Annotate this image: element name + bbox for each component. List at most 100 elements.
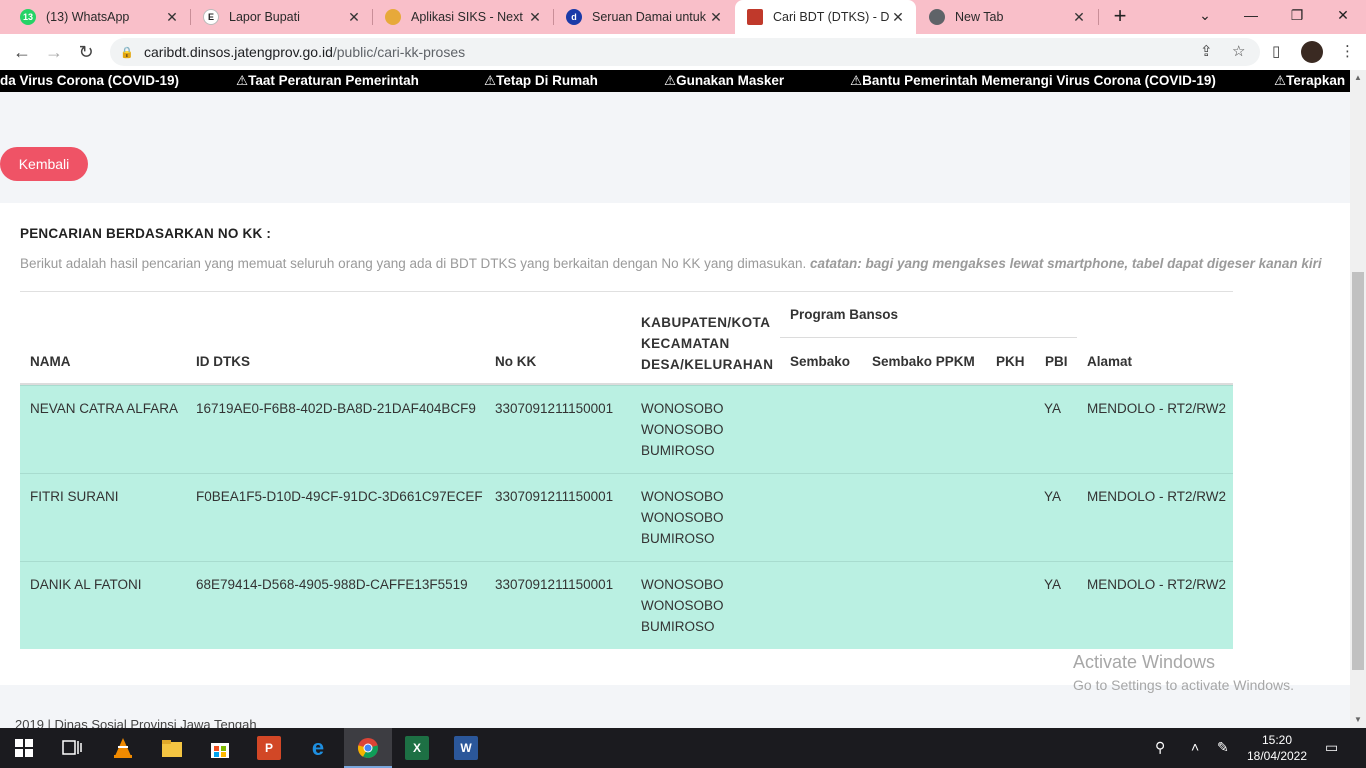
edge-icon[interactable]: e	[306, 735, 330, 760]
cell-desa: BUMIROSO	[641, 531, 715, 546]
header-alamat: Alamat	[1087, 354, 1133, 369]
cell-no-kk: 3307091211150001	[495, 401, 614, 416]
tab-label: Aplikasi SIKS - Next G	[411, 10, 527, 24]
dinsos-icon	[747, 9, 763, 25]
back-button[interactable]: Kembali	[0, 147, 88, 181]
header-nama: NAMA	[30, 354, 71, 369]
close-window-icon[interactable]: ✕	[1320, 0, 1366, 30]
cell-pbi: YA	[1044, 401, 1062, 416]
new-tab-button[interactable]: +	[1108, 5, 1132, 29]
windows-start-icon[interactable]	[12, 736, 36, 760]
marquee-item: ⚠Bantu Pemerintah Memerangi Virus Corona…	[850, 73, 1216, 88]
header-pkh: PKH	[996, 354, 1025, 369]
back-arrow-icon[interactable]: ←	[10, 40, 34, 64]
divider	[20, 291, 1233, 292]
reload-icon[interactable]: ↻	[74, 40, 98, 64]
store-icon[interactable]	[208, 736, 232, 760]
header-wilayah: KABUPATEN/KOTA KECAMATAN DESA/KELURAHAN	[641, 312, 773, 375]
scroll-up-icon[interactable]: ▲	[1350, 70, 1366, 86]
tab-whatsapp[interactable]: 13 (13) WhatsApp ✕	[8, 0, 190, 34]
tab-strip: 13 (13) WhatsApp ✕ E Lapor Bupati ✕ Apli…	[0, 0, 1366, 34]
close-icon[interactable]: ✕	[164, 9, 180, 26]
tab-label: Cari BDT (DTKS) - Dins	[773, 10, 890, 24]
clock-date: 18/04/2022	[1246, 749, 1308, 763]
profile-avatar[interactable]	[1301, 41, 1323, 63]
cell-alamat: MENDOLO - RT2/RW2	[1087, 489, 1227, 504]
d-icon: d	[566, 9, 582, 25]
clock-time: 15:20	[1261, 733, 1293, 747]
header-program-bansos: Program Bansos	[790, 307, 899, 322]
tab-siks[interactable]: Aplikasi SIKS - Next G ✕	[373, 0, 553, 34]
tab-search-icon[interactable]: ⌄	[1182, 0, 1228, 30]
cell-desa: BUMIROSO	[641, 443, 715, 458]
lapor-icon: E	[203, 9, 219, 25]
windows-taskbar: P e X W ⚲ ˄ ✎ 15:20 18/04/2022 ▭	[0, 728, 1366, 768]
pen-icon[interactable]: ✎	[1217, 739, 1229, 756]
header-no-kk: No KK	[495, 354, 537, 369]
tab-seruan-damai[interactable]: d Seruan Damai untuk D ✕	[554, 0, 734, 34]
chrome-icon[interactable]	[356, 736, 380, 760]
siks-icon	[385, 9, 401, 25]
vlc-icon[interactable]	[111, 736, 135, 760]
marquee-item: ⚠Terapkan	[1274, 73, 1346, 88]
cell-kec: WONOSOBO	[641, 422, 724, 437]
sidebar-icon[interactable]: ▯	[1272, 42, 1280, 60]
cell-no-kk: 3307091211150001	[495, 577, 614, 592]
watermark-line1: Activate Windows	[1073, 652, 1216, 672]
address-bar[interactable]: 🔒 caribdt.dinsos.jatengprov.go.id/public…	[110, 38, 1260, 66]
close-icon[interactable]: ✕	[346, 9, 362, 26]
cell-id-dtks: F0BEA1F5-D10D-49CF-91DC-3D661C97ECEF	[196, 489, 483, 504]
scroll-down-icon[interactable]: ▼	[1350, 712, 1366, 728]
tab-new-tab[interactable]: New Tab ✕	[917, 0, 1097, 34]
close-icon[interactable]: ✕	[1071, 9, 1087, 26]
page-content: Kembali PENCARIAN BERDASARKAN NO KK : Be…	[0, 92, 1350, 728]
taskbar-clock[interactable]: 15:20 18/04/2022	[1238, 732, 1316, 764]
table-row: NEVAN CATRA ALFARA 16719AE0-F6B8-402D-BA…	[20, 385, 1233, 473]
excel-icon[interactable]: X	[405, 736, 429, 760]
powerpoint-icon[interactable]: P	[257, 736, 281, 760]
forward-arrow-icon[interactable]: →	[42, 40, 66, 64]
header-kabupaten: KABUPATEN/KOTA	[641, 315, 771, 330]
minimize-icon[interactable]: —	[1228, 0, 1274, 30]
scroll-thumb[interactable]	[1352, 272, 1364, 670]
word-icon[interactable]: W	[454, 736, 478, 760]
chevron-up-icon[interactable]: ˄	[1191, 739, 1199, 755]
marquee-item: da Virus Corona (COVID-19)	[0, 73, 180, 88]
file-explorer-icon[interactable]	[160, 736, 184, 760]
table-row: DANIK AL FATONI 68E79414-D568-4905-988D-…	[20, 561, 1233, 649]
page-scrollbar[interactable]: ▲ ▼	[1350, 70, 1366, 728]
share-icon[interactable]: ⇪	[1200, 42, 1213, 60]
bookmark-star-icon[interactable]: ☆	[1232, 42, 1245, 60]
chrome-icon	[929, 9, 945, 25]
people-icon[interactable]: ⚲	[1155, 739, 1165, 756]
cell-nama: NEVAN CATRA ALFARA	[30, 401, 179, 416]
close-icon[interactable]: ✕	[708, 9, 724, 26]
tab-label: (13) WhatsApp	[46, 10, 130, 24]
close-icon[interactable]: ✕	[527, 9, 543, 26]
result-description: Berikut adalah hasil pencarian yang memu…	[20, 256, 1322, 271]
header-kecamatan: KECAMATAN	[641, 336, 730, 351]
cell-wilayah: WONOSOBO WONOSOBO BUMIROSO	[641, 574, 724, 637]
cell-alamat: MENDOLO - RT2/RW2	[1087, 577, 1227, 592]
url-path: /public/cari-kk-proses	[332, 44, 466, 60]
tab-label: Seruan Damai untuk D	[592, 10, 708, 24]
tab-lapor-bupati[interactable]: E Lapor Bupati ✕	[191, 0, 372, 34]
close-icon[interactable]: ✕	[890, 9, 906, 26]
cell-kab: WONOSOBO	[641, 401, 724, 416]
table-row: FITRI SURANI F0BEA1F5-D10D-49CF-91DC-3D6…	[20, 473, 1233, 561]
marquee-item: ⚠Taat Peraturan Pemerintah	[236, 73, 419, 88]
cell-desa: BUMIROSO	[641, 619, 715, 634]
task-view-icon[interactable]	[60, 736, 84, 760]
cell-kec: WONOSOBO	[641, 598, 724, 613]
watermark-line2: Go to Settings to activate Windows.	[1073, 677, 1294, 693]
tab-cari-bdt[interactable]: Cari BDT (DTKS) - Dins ✕	[735, 0, 916, 34]
tab-label: New Tab	[955, 10, 1004, 24]
cell-nama: DANIK AL FATONI	[30, 577, 142, 592]
description-text: Berikut adalah hasil pencarian yang memu…	[20, 256, 807, 271]
notification-icon[interactable]: ▭	[1325, 739, 1338, 756]
browser-toolbar: ← → ↻ 🔒 caribdt.dinsos.jatengprov.go.id /…	[0, 34, 1366, 70]
cell-kab: WONOSOBO	[641, 489, 724, 504]
marquee-item: ⚠Gunakan Masker	[664, 73, 785, 88]
restore-icon[interactable]: ❐	[1274, 0, 1320, 30]
menu-kebab-icon[interactable]: ⋮	[1340, 42, 1355, 60]
